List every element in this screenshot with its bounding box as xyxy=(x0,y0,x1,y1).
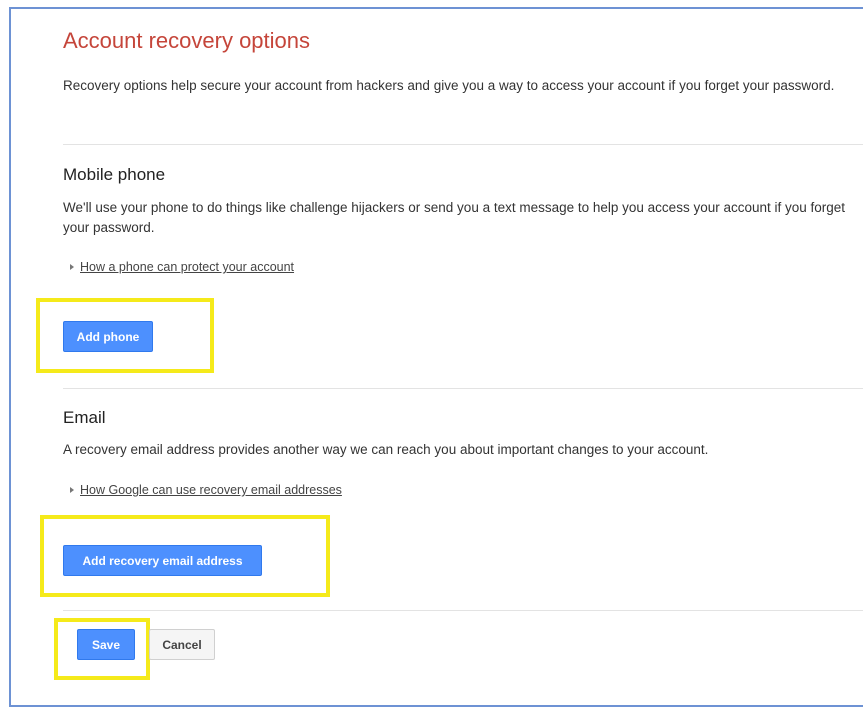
expand-triangle-icon xyxy=(70,487,74,493)
add-recovery-email-button[interactable]: Add recovery email address xyxy=(63,545,262,576)
phone-help-link-row[interactable]: How a phone can protect your account xyxy=(70,260,294,274)
email-description: A recovery email address provides anothe… xyxy=(63,442,709,457)
divider xyxy=(63,610,863,611)
intro-text: Recovery options help secure your accoun… xyxy=(63,78,835,93)
email-help-link[interactable]: How Google can use recovery email addres… xyxy=(80,483,342,497)
email-help-link-row[interactable]: How Google can use recovery email addres… xyxy=(70,483,342,497)
mobile-phone-heading: Mobile phone xyxy=(63,165,166,184)
divider xyxy=(63,388,863,389)
add-phone-button[interactable]: Add phone xyxy=(63,321,153,352)
phone-help-link[interactable]: How a phone can protect your account xyxy=(80,260,294,274)
page-title: Account recovery options xyxy=(63,28,311,53)
cancel-button[interactable]: Cancel xyxy=(149,629,215,660)
save-button[interactable]: Save xyxy=(77,629,135,660)
expand-triangle-icon xyxy=(70,264,74,270)
divider xyxy=(63,144,863,145)
email-heading: Email xyxy=(63,408,106,427)
mobile-phone-description: We'll use your phone to do things like c… xyxy=(63,200,846,235)
